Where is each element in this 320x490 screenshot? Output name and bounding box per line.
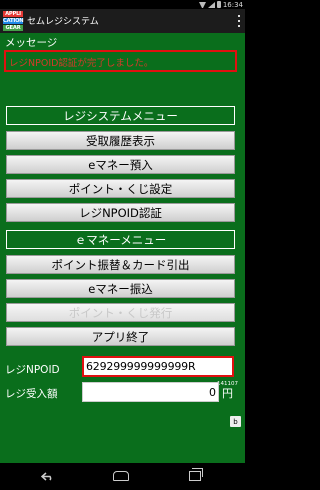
battery-icon [216,1,221,8]
app-logo: APPLI CATION GEAR [3,11,24,31]
navigation-bar [0,463,245,490]
reji-npoid-field[interactable]: 629299999999999R [82,356,234,377]
status-time: 16:34 [222,0,243,9]
app-title: セムレジシステム [27,17,99,27]
emoney-menu-header: ｅマネーメニュー [6,230,235,249]
wifi-icon [198,1,206,8]
point-transfer-card-withdraw-button[interactable]: ポイント振替＆カード引出 [6,255,235,274]
emoney-transfer-button[interactable]: eマネー振込 [6,279,235,298]
emoney-deposit-button[interactable]: eマネー預入 [6,155,235,174]
message-label: メッセージ [5,37,58,49]
logo-line-1: APPLI [3,11,23,17]
receipt-history-button[interactable]: 受取履歴表示 [6,131,235,150]
b-button[interactable]: b [230,416,241,427]
signal-icon [207,1,215,8]
action-bar: APPLI CATION GEAR セムレジシステム [0,9,245,33]
amount-field[interactable]: 0 [82,382,219,402]
reji-npoid-label: レジNPOID [5,364,60,376]
message-text: レジNPOID認証が完了しました。 [9,58,154,69]
point-lottery-settings-button[interactable]: ポイント・くじ設定 [6,179,235,198]
status-icons: 16:34 [198,0,243,9]
status-bar: 16:34 [0,0,245,9]
logo-line-2: CATION [3,18,24,24]
home-icon[interactable] [113,471,129,481]
npoid-auth-button[interactable]: レジNPOID認証 [6,203,235,222]
exit-app-button[interactable]: アプリ終了 [6,327,235,346]
logo-line-3: GEAR [3,25,23,31]
back-icon[interactable] [41,472,54,481]
point-lottery-issue-button: ポイント・くじ発行 [6,303,235,322]
amount-label: レジ受入額 [5,388,58,400]
message-box: レジNPOID認証が完了しました。 [4,50,237,72]
amount-unit: 円 [222,387,233,400]
recent-apps-icon[interactable] [189,468,203,481]
register-menu-header: レジシステムメニュー [6,106,235,125]
overflow-menu-icon[interactable] [236,15,242,27]
